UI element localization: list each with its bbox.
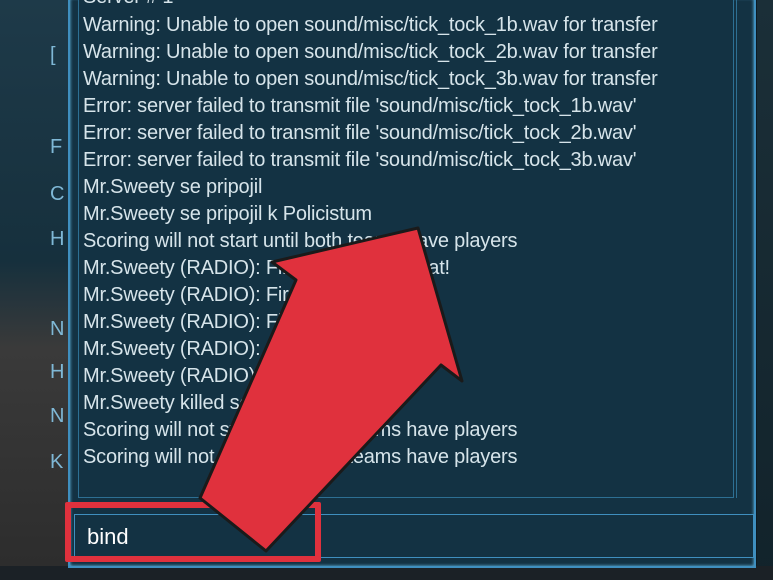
pointer-arrow-icon bbox=[198, 226, 464, 553]
